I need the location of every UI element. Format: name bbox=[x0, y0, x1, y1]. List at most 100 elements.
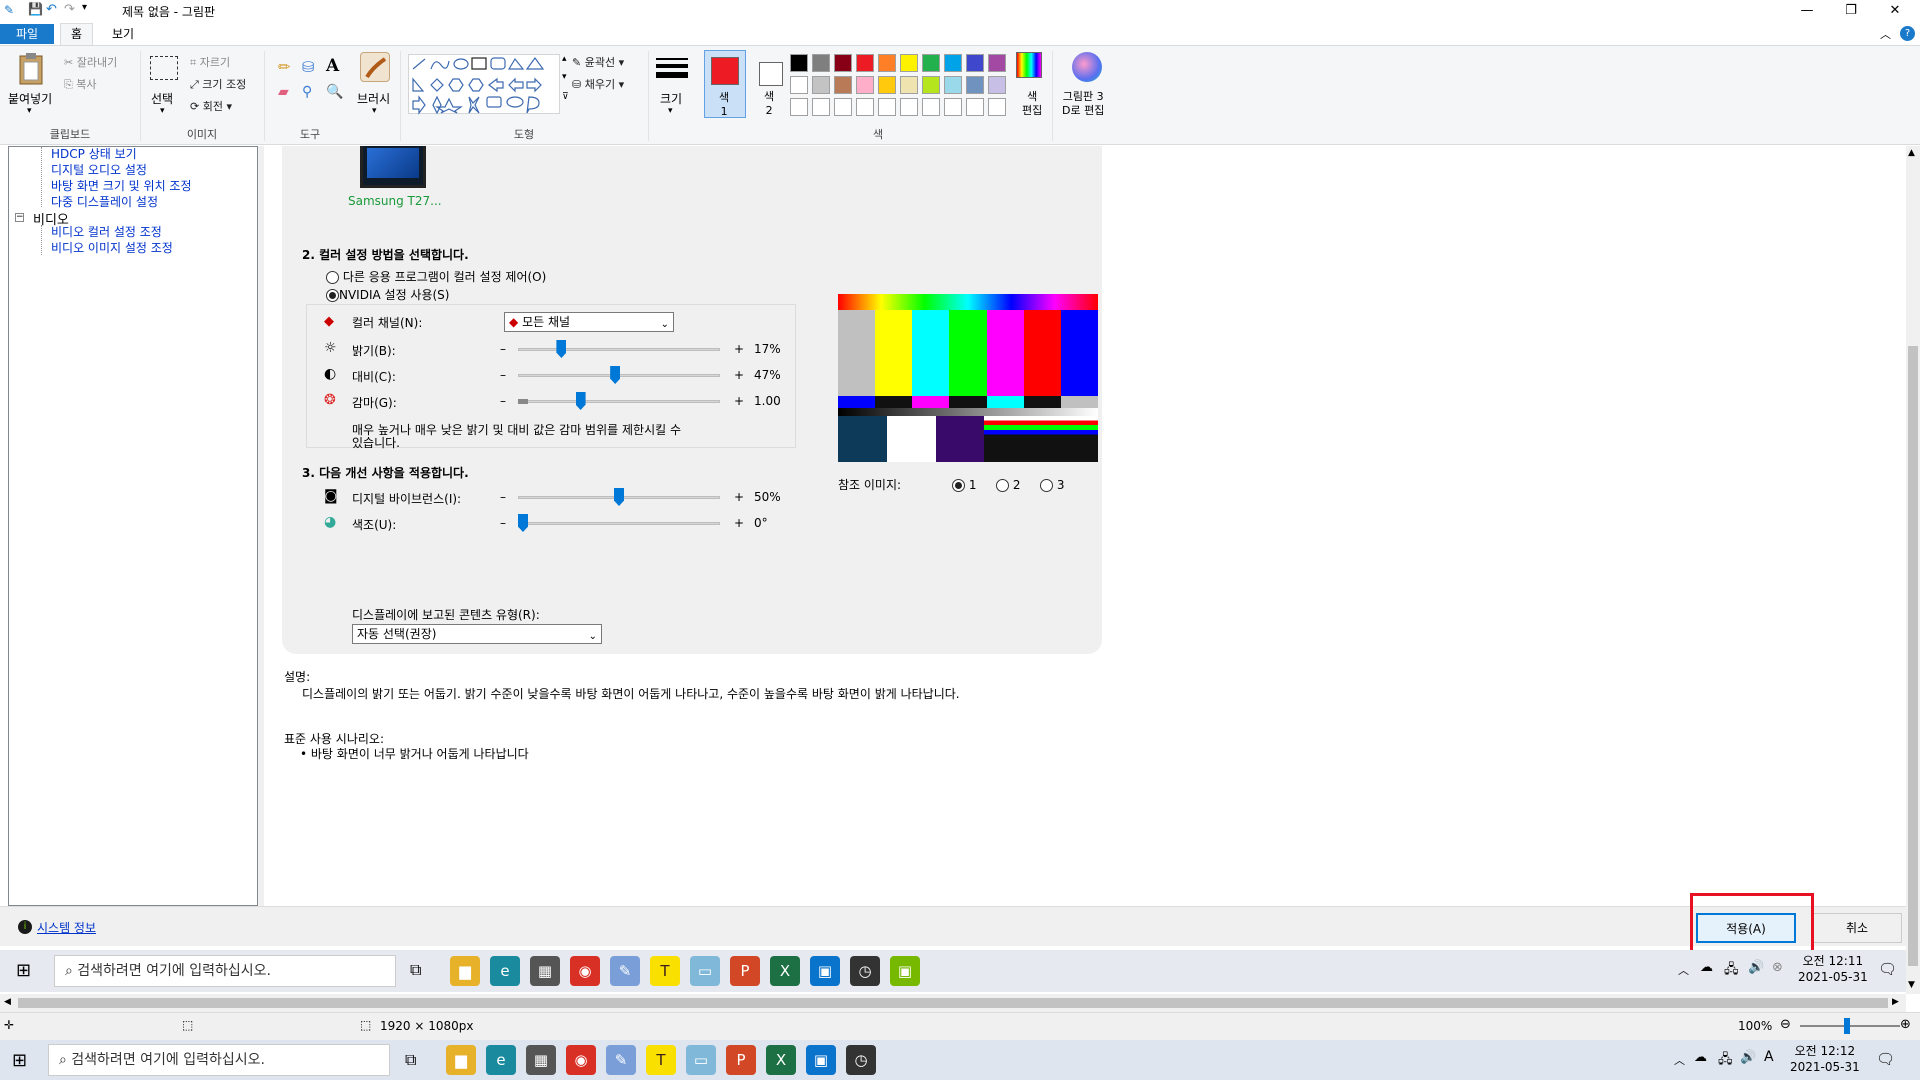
ime-indicator[interactable]: A bbox=[1764, 1049, 1774, 1065]
save-icon[interactable]: 💾 bbox=[28, 2, 43, 16]
palette-swatch[interactable] bbox=[922, 98, 940, 116]
tray-expand-icon[interactable]: ︿ bbox=[1674, 1052, 1685, 1068]
palette-swatch[interactable] bbox=[812, 76, 830, 94]
fill-bucket-icon[interactable]: ⛁ bbox=[302, 58, 315, 76]
radio-nvidia-circle[interactable] bbox=[326, 289, 339, 302]
color2-button[interactable]: 색2 bbox=[752, 50, 792, 118]
palette-swatch[interactable] bbox=[944, 76, 962, 94]
vibrance-slider-thumb[interactable] bbox=[614, 488, 624, 506]
paste-button[interactable]: 붙여넣기 bbox=[8, 90, 52, 107]
palette-swatch[interactable] bbox=[856, 76, 874, 94]
monitor-label[interactable]: Samsung T27... bbox=[348, 194, 442, 208]
palette-swatch[interactable] bbox=[988, 98, 1006, 116]
shapes-more-icon[interactable]: ⊽ bbox=[562, 92, 569, 102]
palette-swatch[interactable] bbox=[988, 76, 1006, 94]
palette-swatch[interactable] bbox=[834, 98, 852, 116]
select-icon[interactable] bbox=[150, 56, 178, 80]
taskbar-clock[interactable]: 오전 12:11 2021-05-31 bbox=[1798, 953, 1868, 985]
palette-swatch[interactable] bbox=[790, 76, 808, 94]
select-button[interactable]: 선택 bbox=[151, 90, 173, 107]
help-icon[interactable]: ? bbox=[1900, 26, 1915, 41]
fill-button[interactable]: ⛁ 채우기 ▾ bbox=[572, 76, 624, 92]
tree-item-digital-audio[interactable]: 디지털 오디오 설정 bbox=[51, 161, 147, 178]
palette-swatch[interactable] bbox=[878, 98, 896, 116]
edge-icon[interactable]: e bbox=[486, 1045, 516, 1075]
brush-dropdown-icon[interactable]: ▾ bbox=[372, 106, 377, 116]
color-picker-icon[interactable]: ⚲ bbox=[302, 84, 312, 100]
quick-access-dropdown-icon[interactable]: ▾ bbox=[82, 2, 87, 13]
excel-icon[interactable]: X bbox=[770, 956, 800, 986]
notification-off-icon[interactable]: ⊗ bbox=[1772, 960, 1783, 975]
shapes-scroll-down-icon[interactable]: ▾ bbox=[562, 72, 567, 82]
palette-swatch[interactable] bbox=[988, 54, 1006, 72]
resize-button[interactable]: ⤢ 크기 조정 bbox=[190, 76, 246, 92]
brightness-slider-track[interactable] bbox=[518, 348, 720, 351]
palette-swatch[interactable] bbox=[812, 54, 830, 72]
size-dropdown-icon[interactable]: ▾ bbox=[668, 106, 673, 116]
tab-file[interactable]: 파일 bbox=[0, 24, 54, 44]
paint3d-button[interactable]: 그림판 3 D로 편집 bbox=[1062, 90, 1104, 118]
palette-swatch[interactable] bbox=[922, 54, 940, 72]
network-icon[interactable]: 🖧 bbox=[1724, 960, 1739, 982]
shapes-gallery[interactable] bbox=[408, 54, 560, 115]
taskbar-search-input[interactable]: ⌕ 검색하려면 여기에 입력하십시오. bbox=[54, 955, 396, 987]
palette-swatch[interactable] bbox=[966, 76, 984, 94]
size-icon[interactable] bbox=[656, 54, 688, 86]
scroll-up-icon[interactable]: ▲ bbox=[1908, 148, 1915, 158]
minimize-icon[interactable]: — bbox=[1784, 0, 1830, 22]
palette-swatch[interactable] bbox=[790, 54, 808, 72]
collapse-ribbon-icon[interactable]: ︿ bbox=[1880, 26, 1891, 42]
tab-view[interactable]: 보기 bbox=[102, 24, 144, 44]
notes-icon[interactable]: ▭ bbox=[690, 956, 720, 986]
content-type-select[interactable]: 자동 선택(권장) ⌄ bbox=[352, 624, 602, 644]
copy-button[interactable]: ⎘ 복사 bbox=[64, 76, 97, 92]
redo-icon[interactable]: ↷ bbox=[64, 2, 75, 17]
palette-swatch[interactable] bbox=[878, 76, 896, 94]
zoom-out-icon[interactable]: ⊖ bbox=[1780, 1017, 1791, 1032]
gamma-slider-track[interactable] bbox=[518, 400, 720, 403]
brush-icon[interactable] bbox=[360, 52, 390, 82]
tray-expand-icon[interactable]: ︿ bbox=[1678, 962, 1689, 978]
zoom-slider-thumb[interactable] bbox=[1844, 1018, 1850, 1034]
shapes-scroll-up-icon[interactable]: ▴ bbox=[562, 54, 567, 64]
radio-app-control-circle[interactable] bbox=[326, 271, 339, 284]
scroll-down-icon[interactable]: ▼ bbox=[1908, 980, 1915, 990]
palette-swatch[interactable] bbox=[856, 54, 874, 72]
horizontal-scroll-thumb[interactable] bbox=[18, 998, 1888, 1008]
tree-item-desktop-size[interactable]: 바탕 화면 크기 및 위치 조정 bbox=[51, 177, 192, 194]
cancel-button[interactable]: 취소 bbox=[1812, 913, 1902, 943]
kakaotalk-icon[interactable]: T bbox=[650, 956, 680, 986]
select-dropdown-icon[interactable]: ▾ bbox=[160, 106, 165, 116]
channel-select[interactable]: ◆ 모든 채널 ⌄ bbox=[504, 312, 674, 332]
palette-swatch[interactable] bbox=[966, 54, 984, 72]
windows-start-icon[interactable]: ⊞ bbox=[12, 1050, 27, 1071]
paint-icon[interactable]: ✎ bbox=[606, 1045, 636, 1075]
reference-radio-3[interactable]: 3 bbox=[1040, 478, 1064, 492]
reference-radio-2[interactable]: 2 bbox=[996, 478, 1020, 492]
notes-icon[interactable]: ▭ bbox=[686, 1045, 716, 1075]
edge-icon[interactable]: e bbox=[490, 956, 520, 986]
undo-icon[interactable]: ↶ bbox=[46, 2, 57, 17]
edit-colors-button[interactable]: 색 편집 bbox=[1022, 90, 1042, 118]
file-explorer-icon[interactable]: ▆ bbox=[446, 1045, 476, 1075]
paste-dropdown-icon[interactable]: ▾ bbox=[27, 106, 32, 116]
hue-slider-thumb[interactable] bbox=[518, 514, 528, 532]
excel-icon[interactable]: X bbox=[766, 1045, 796, 1075]
volume-icon[interactable]: 🔊 bbox=[1748, 960, 1764, 975]
calculator-icon[interactable]: ▦ bbox=[526, 1045, 556, 1075]
palette-swatch[interactable] bbox=[900, 98, 918, 116]
clock-app-icon[interactable]: ◷ bbox=[850, 956, 880, 986]
vertical-scrollbar[interactable]: ▲ ▼ bbox=[1906, 146, 1920, 994]
text-icon[interactable]: A bbox=[326, 56, 339, 76]
action-center-icon[interactable]: 🗨 bbox=[1878, 960, 1897, 978]
nvidia-control-panel-icon[interactable]: ▣ bbox=[890, 956, 920, 986]
paste-icon[interactable] bbox=[14, 52, 50, 88]
tree-item-hdcp[interactable]: HDCP 상태 보기 bbox=[51, 145, 137, 162]
zoom-slider-track[interactable] bbox=[1800, 1025, 1900, 1027]
palette-swatch[interactable] bbox=[944, 54, 962, 72]
magnifier-icon[interactable]: 🔍 bbox=[326, 84, 343, 100]
chrome-icon[interactable]: ◉ bbox=[570, 956, 600, 986]
scroll-right-icon[interactable]: ▶ bbox=[1892, 997, 1899, 1007]
task-view-icon[interactable]: ⧉ bbox=[405, 1050, 416, 1070]
hue-slider-track[interactable] bbox=[518, 522, 720, 525]
